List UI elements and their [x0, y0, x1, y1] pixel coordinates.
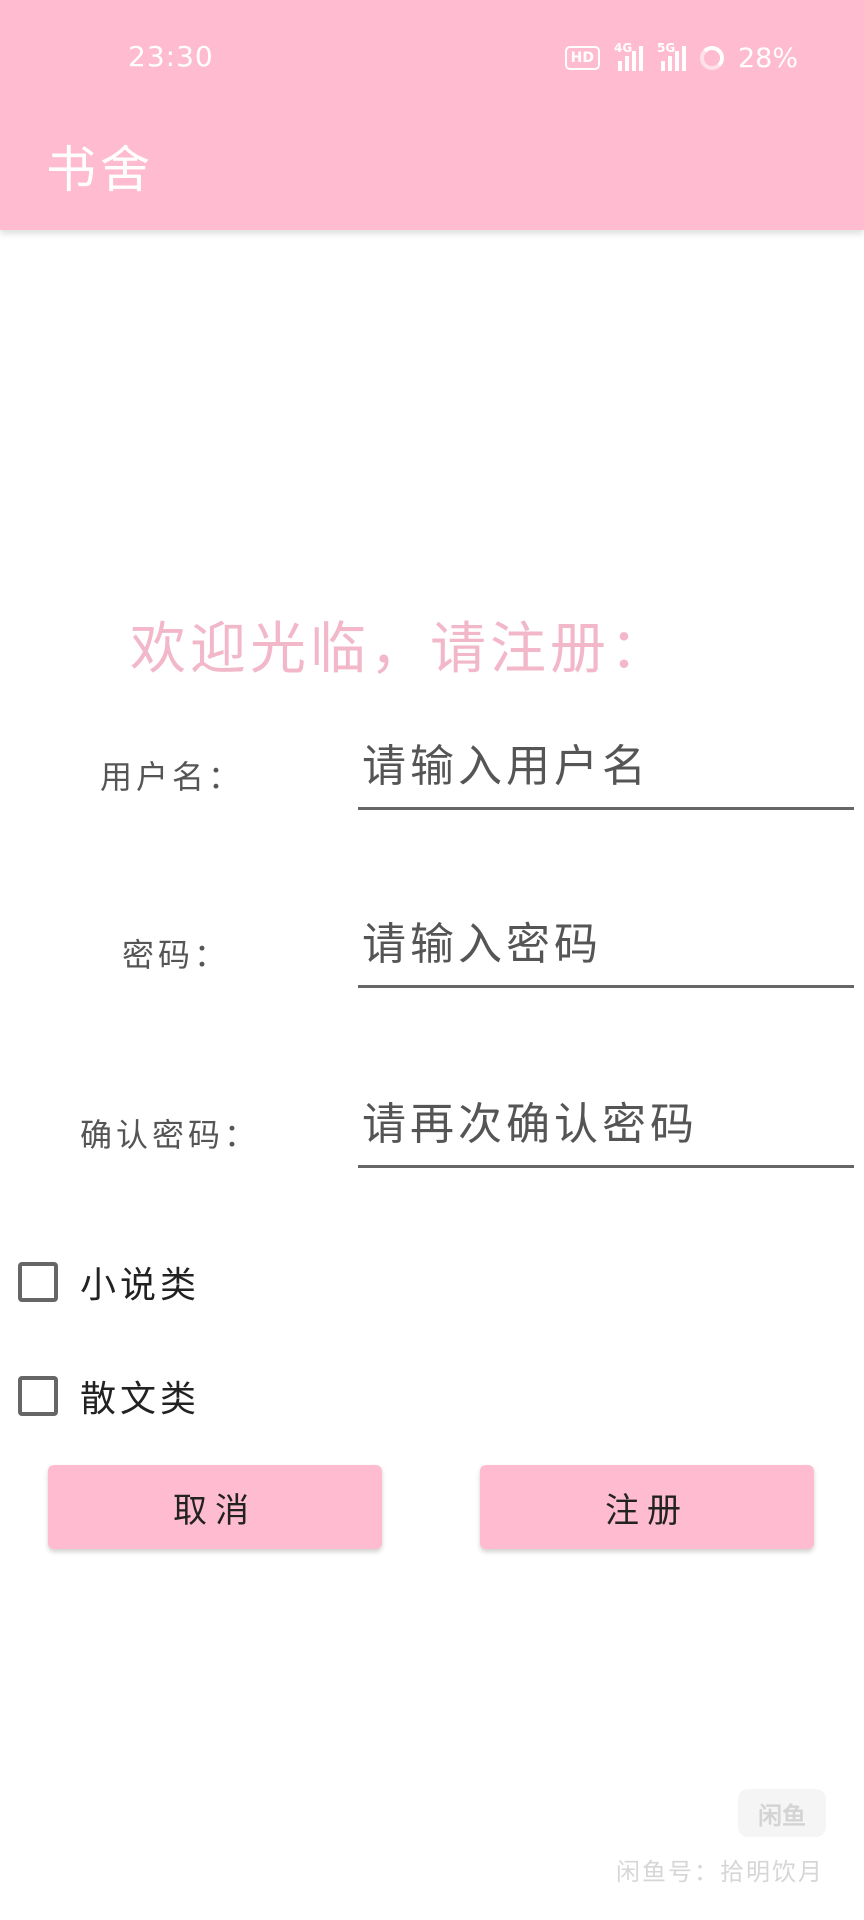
status-icons: HD 4G 5G 28% — [564, 40, 798, 76]
category-novel[interactable]: 小说类 — [18, 1256, 200, 1308]
username-field[interactable] — [358, 730, 854, 810]
status-time: 23:30 — [128, 40, 214, 73]
username-label: 用户名： — [100, 758, 245, 796]
novel-checkbox[interactable] — [18, 1262, 58, 1302]
password-input[interactable] — [358, 908, 854, 980]
novel-label: 小说类 — [80, 1265, 201, 1306]
confirm-password-input[interactable] — [358, 1088, 854, 1160]
hd-voice-icon: HD — [564, 46, 600, 70]
app-header: 23:30 HD 4G 5G 28% 书舍 — [0, 0, 864, 230]
watermark-text: 闲鱼号：拾明饮月 — [616, 1858, 824, 1886]
signal-4g-icon: 4G — [614, 41, 643, 71]
cancel-button[interactable]: 取消 — [48, 1465, 382, 1549]
essay-checkbox[interactable] — [18, 1376, 58, 1416]
battery-icon — [699, 46, 724, 70]
register-button[interactable]: 注册 — [480, 1465, 814, 1549]
password-label: 密码： — [122, 936, 231, 974]
essay-label: 散文类 — [80, 1379, 201, 1420]
battery-level: 28% — [737, 42, 798, 74]
welcome-heading: 欢迎光临，请注册： — [130, 617, 670, 682]
username-input[interactable] — [358, 730, 854, 802]
confirm-password-field[interactable] — [358, 1088, 854, 1168]
app-title: 书舍 — [46, 141, 154, 199]
confirm-password-label: 确认密码： — [80, 1116, 261, 1154]
signal-5g-tag: 5G — [656, 41, 676, 55]
watermark-logo: 闲鱼 — [738, 1789, 826, 1837]
signal-4g-tag: 4G — [613, 41, 633, 55]
password-field[interactable] — [358, 908, 854, 988]
category-essay[interactable]: 散文类 — [18, 1370, 200, 1422]
register-screen: 23:30 HD 4G 5G 28% 书舍 欢迎光临，请注册： 用户名： 请输入… — [0, 0, 864, 1920]
signal-5g-icon: 5G — [657, 41, 686, 71]
